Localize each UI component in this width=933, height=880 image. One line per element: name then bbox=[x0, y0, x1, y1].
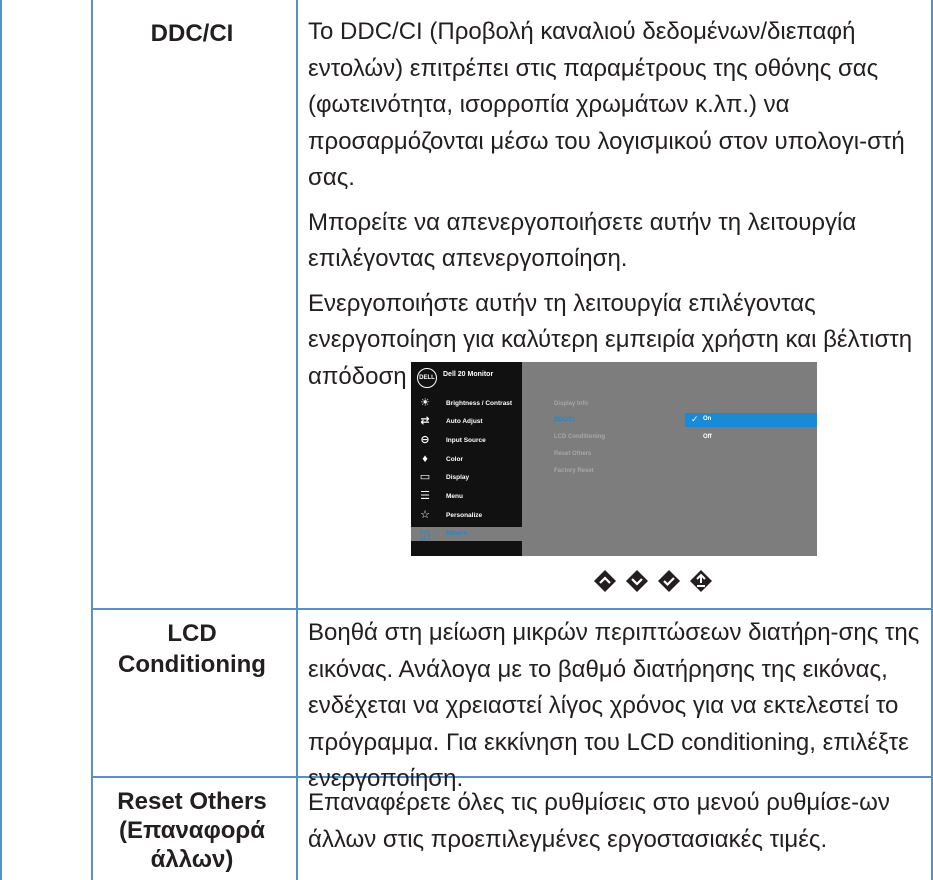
back-icon bbox=[690, 570, 712, 592]
paragraph: Μπορείτε να απενεργοποιήσετε αυτήν τη λε… bbox=[308, 208, 857, 273]
row-label-ddcci: DDC/CI bbox=[150, 20, 234, 47]
paragraph: Επαναφέρετε όλες τις ρυθμίσεις στο μενού… bbox=[308, 789, 890, 853]
down-arrow-icon bbox=[626, 570, 648, 592]
table-border-col1 bbox=[91, 0, 93, 880]
table-border-left bbox=[0, 0, 2, 880]
osd-menu-image: DELL Dell 20 Monitor ☀ Brightness / Cont… bbox=[411, 362, 817, 556]
up-arrow-icon bbox=[594, 570, 616, 592]
osd-item-auto-adjust: ⇄ Auto Adjust bbox=[411, 413, 522, 430]
osd-option-off: Off bbox=[703, 434, 712, 440]
others-icon: ◫ bbox=[419, 529, 431, 541]
osd-item-input-source: ⊖ Input Source bbox=[411, 432, 522, 449]
osd-option-on: ✓ On bbox=[685, 413, 817, 427]
row-desc-reset-others: Επαναφέρετε όλες τις ρυθμίσεις στο μενού… bbox=[308, 785, 923, 866]
input-source-icon: ⊖ bbox=[420, 434, 430, 446]
auto-adjust-icon: ⇄ bbox=[420, 415, 430, 427]
osd-item-color: ♦ Color bbox=[411, 451, 522, 468]
osd-item-brightness: ☀ Brightness / Contrast bbox=[411, 395, 522, 412]
osd-sub-display-info: Display Info bbox=[554, 401, 589, 407]
osd-panel bbox=[522, 362, 817, 556]
osd-sub-factory-reset: Factory Reset bbox=[554, 468, 594, 474]
paragraph: Το DDC/CI (Προβολή καναλιού δεδομένων/δι… bbox=[308, 18, 905, 191]
osd-sub-ddcci: DDC/CI bbox=[554, 417, 575, 423]
settings-table: DDC/CI Το DDC/CI (Προβολή καναλιού δεδομ… bbox=[0, 0, 933, 880]
row-desc-lcd-conditioning: Βοηθά στη μείωση μικρών περιπτώσεων διατ… bbox=[308, 615, 923, 806]
table-border-col2 bbox=[296, 0, 298, 880]
osd-title: Dell 20 Monitor bbox=[443, 371, 494, 378]
display-icon: ▭ bbox=[419, 471, 431, 483]
paragraph: Βοηθά στη μείωση μικρών περιπτώσεων διατ… bbox=[308, 619, 920, 792]
row-divider bbox=[91, 608, 933, 610]
osd-item-menu: ☰ Menu bbox=[411, 488, 522, 505]
color-icon: ♦ bbox=[422, 453, 428, 465]
osd-item-personalize: ☆ Personalize bbox=[411, 507, 522, 524]
osd-sub-reset-others: Reset Others bbox=[554, 451, 592, 457]
row-desc-ddcci: Το DDC/CI (Προβολή καναλιού δεδομένων/δι… bbox=[308, 14, 923, 403]
row-label-lcd-conditioning: LCD Conditioning bbox=[118, 620, 266, 678]
brightness-icon: ☀ bbox=[420, 397, 430, 409]
osd-item-display: ▭ Display bbox=[419, 471, 470, 483]
check-icon bbox=[658, 570, 680, 592]
check-icon: ✓ bbox=[691, 414, 699, 424]
row-label-reset-others: Reset Others (Επαναφορά άλλων) bbox=[117, 788, 267, 873]
osd-item-others: ◫ Others bbox=[411, 527, 522, 541]
osd-sub-lcd-conditioning: LCD Conditioning bbox=[554, 434, 605, 440]
menu-icon: ☰ bbox=[420, 490, 430, 502]
dell-logo: DELL bbox=[417, 368, 437, 388]
star-icon: ☆ bbox=[420, 509, 430, 521]
